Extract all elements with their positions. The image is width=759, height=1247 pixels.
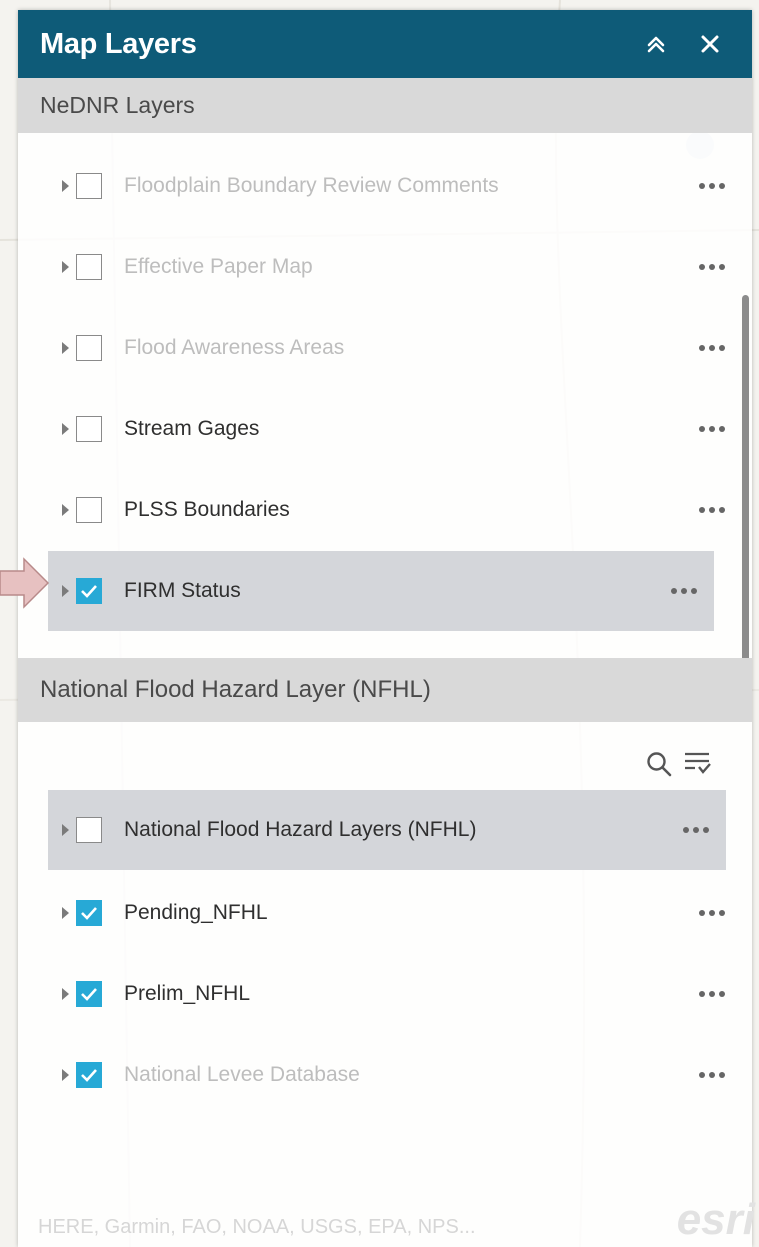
layer-checkbox[interactable] bbox=[76, 981, 102, 1007]
filter-button[interactable] bbox=[682, 750, 712, 783]
pointer-arrow-icon bbox=[0, 557, 50, 609]
layer-checkbox[interactable] bbox=[76, 173, 102, 199]
more-options-button[interactable] bbox=[682, 426, 742, 432]
map-attribution: HERE, Garmin, FAO, NOAA, USGS, EPA, NPS.… bbox=[0, 1195, 759, 1247]
more-options-button[interactable] bbox=[682, 345, 742, 351]
more-icon bbox=[683, 827, 689, 833]
more-options-button[interactable] bbox=[682, 910, 742, 916]
esri-logo: esri bbox=[676, 1195, 755, 1244]
layer-row-firm-status: FIRM Status bbox=[48, 551, 714, 631]
layer-row-plss-boundaries: PLSS Boundaries bbox=[48, 470, 742, 550]
collapse-icon bbox=[647, 36, 665, 53]
layer-row-stream-gages: Stream Gages bbox=[48, 389, 742, 469]
layer-tools bbox=[646, 750, 712, 783]
expand-caret-icon[interactable] bbox=[62, 504, 69, 516]
attribution-text: HERE, Garmin, FAO, NOAA, USGS, EPA, NPS.… bbox=[38, 1215, 476, 1238]
expand-caret-icon[interactable] bbox=[62, 585, 69, 597]
scrollbar[interactable] bbox=[742, 295, 749, 663]
more-options-button[interactable] bbox=[682, 264, 742, 270]
layer-checkbox[interactable] bbox=[76, 578, 102, 604]
expand-caret-icon[interactable] bbox=[62, 824, 69, 836]
layer-checkbox[interactable] bbox=[76, 1062, 102, 1088]
checkmark-icon bbox=[81, 907, 97, 920]
panel-title: Map Layers bbox=[40, 27, 197, 60]
expand-caret-icon[interactable] bbox=[62, 1069, 69, 1081]
section-nfhl: National Flood Hazard Layer (NFHL) bbox=[18, 658, 752, 722]
expand-caret-icon[interactable] bbox=[62, 261, 69, 273]
section-nednr-layers: NeDNR Layers bbox=[18, 78, 752, 133]
more-icon bbox=[699, 1072, 705, 1078]
layer-checkbox[interactable] bbox=[76, 335, 102, 361]
more-icon bbox=[699, 345, 705, 351]
layer-row-floodplain-boundary-review-comments: Floodplain Boundary Review Comments bbox=[48, 146, 742, 226]
expand-caret-icon[interactable] bbox=[62, 988, 69, 1000]
more-icon bbox=[671, 588, 677, 594]
layer-row-national-flood-hazard-layers: National Flood Hazard Layers (NFHL) bbox=[48, 790, 726, 870]
section-label: National Flood Hazard Layer (NFHL) bbox=[40, 676, 431, 703]
layer-label: Flood Awareness Areas bbox=[124, 336, 345, 359]
layer-row-prelim-nfhl: Prelim_NFHL bbox=[48, 954, 742, 1034]
checkmark-icon bbox=[81, 585, 97, 598]
expand-caret-icon[interactable] bbox=[62, 342, 69, 354]
layer-row-flood-awareness-areas: Flood Awareness Areas bbox=[48, 308, 742, 388]
more-options-button[interactable] bbox=[666, 827, 726, 833]
layer-checkbox[interactable] bbox=[76, 497, 102, 523]
layer-label: Floodplain Boundary Review Comments bbox=[124, 174, 499, 197]
layer-label: National Flood Hazard Layers (NFHL) bbox=[124, 818, 477, 841]
checkmark-icon bbox=[81, 988, 97, 1001]
expand-caret-icon[interactable] bbox=[62, 423, 69, 435]
more-options-button[interactable] bbox=[682, 1072, 742, 1078]
layer-label: National Levee Database bbox=[124, 1063, 360, 1086]
layer-checkbox[interactable] bbox=[76, 254, 102, 280]
layer-label: FIRM Status bbox=[124, 579, 241, 602]
search-icon bbox=[647, 752, 672, 777]
layer-label: Pending_NFHL bbox=[124, 901, 268, 924]
more-icon bbox=[699, 507, 705, 513]
more-icon bbox=[699, 991, 705, 997]
layer-row-national-levee-database: National Levee Database bbox=[48, 1035, 742, 1115]
collapse-button[interactable] bbox=[636, 24, 676, 64]
expand-caret-icon[interactable] bbox=[62, 180, 69, 192]
layer-checkbox[interactable] bbox=[76, 817, 102, 843]
close-button[interactable] bbox=[690, 24, 730, 64]
more-options-button[interactable] bbox=[682, 507, 742, 513]
more-options-button[interactable] bbox=[682, 991, 742, 997]
more-icon bbox=[699, 910, 705, 916]
layer-row-effective-paper-map: Effective Paper Map bbox=[48, 227, 742, 307]
search-button[interactable] bbox=[646, 751, 672, 782]
map-layers-panel: Map Layers NeDNR Layers Floodplain Bound… bbox=[18, 10, 752, 1247]
layer-label: Prelim_NFHL bbox=[124, 982, 251, 1005]
layer-label: Effective Paper Map bbox=[124, 255, 313, 278]
layer-label: PLSS Boundaries bbox=[124, 498, 290, 521]
filter-icon bbox=[685, 752, 711, 774]
panel-header: Map Layers bbox=[18, 10, 752, 78]
more-icon bbox=[699, 183, 705, 189]
more-icon bbox=[699, 426, 705, 432]
layer-checkbox[interactable] bbox=[76, 416, 102, 442]
expand-caret-icon[interactable] bbox=[62, 907, 69, 919]
layer-label: Stream Gages bbox=[124, 417, 260, 440]
close-icon bbox=[701, 35, 719, 53]
layer-row-pending-nfhl: Pending_NFHL bbox=[48, 873, 742, 953]
section-label: NeDNR Layers bbox=[40, 92, 195, 118]
more-options-button[interactable] bbox=[682, 183, 742, 189]
layer-checkbox[interactable] bbox=[76, 900, 102, 926]
checkmark-icon bbox=[81, 1069, 97, 1082]
more-icon bbox=[699, 264, 705, 270]
more-options-button[interactable] bbox=[654, 588, 714, 594]
